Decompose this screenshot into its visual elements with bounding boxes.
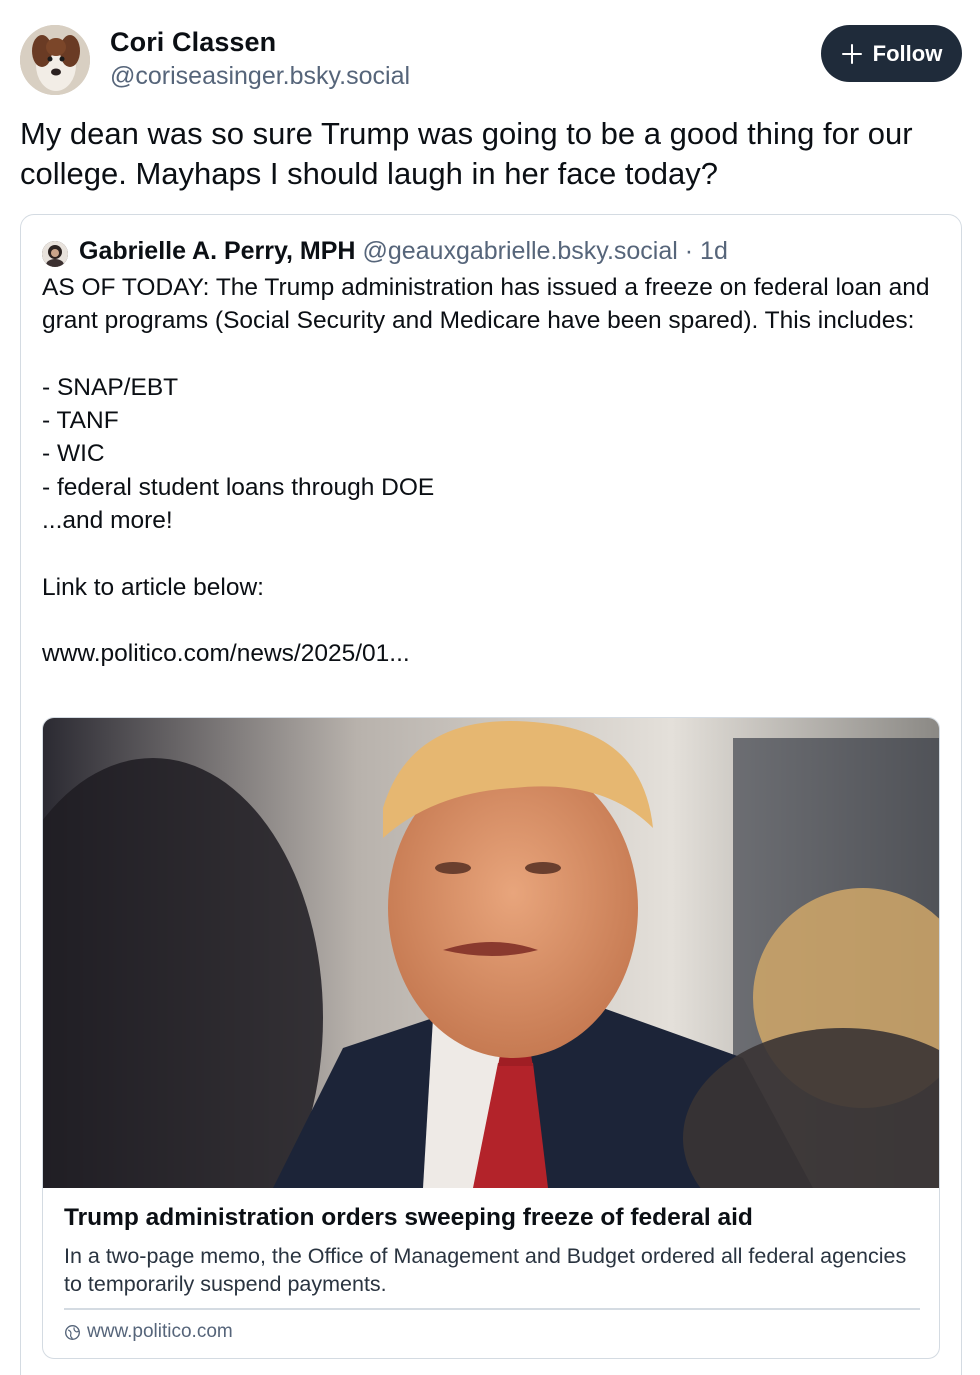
article-photo	[43, 718, 939, 1188]
plus-icon	[841, 43, 863, 65]
follow-button-label: Follow	[872, 40, 943, 66]
follow-button[interactable]: Follow	[821, 25, 962, 82]
author-handle[interactable]: @coriseasinger.bsky.social	[110, 62, 410, 91]
link-card-domain: www.politico.com	[87, 1321, 233, 1342]
link-card[interactable]: Trump administration orders sweeping fre…	[42, 717, 940, 1359]
quoted-author-handle[interactable]: @geauxgabrielle.bsky.social	[362, 237, 677, 265]
header-separator: ·	[684, 237, 694, 265]
quoted-author-avatar	[42, 241, 68, 267]
post-text: My dean was so sure Trump was going to b…	[20, 116, 913, 191]
link-card-title: Trump administration orders sweeping fre…	[64, 1204, 753, 1231]
post-container: Cori Classen @coriseasinger.bsky.social …	[0, 0, 980, 1375]
link-card-description: In a two-page memo, the Office of Manage…	[64, 1244, 907, 1296]
link-card-image	[43, 718, 939, 1188]
link-card-divider	[64, 1308, 920, 1310]
avatar-image	[20, 25, 90, 95]
quoted-avatar-image	[42, 241, 68, 267]
author-avatar[interactable]	[20, 25, 90, 95]
quoted-post-body: AS OF TODAY: The Trump administration ha…	[42, 274, 930, 668]
quoted-post-header: Gabrielle A. Perry, MPH @geauxgabrielle.…	[79, 237, 728, 266]
author-name[interactable]: Cori Classen	[110, 27, 276, 58]
quoted-post[interactable]: Gabrielle A. Perry, MPH @geauxgabrielle.…	[20, 214, 962, 1375]
link-card-domain-row: www.politico.com	[64, 1321, 233, 1343]
quoted-post-time[interactable]: 1d	[700, 237, 728, 265]
quoted-author-name[interactable]: Gabrielle A. Perry, MPH	[79, 237, 356, 265]
globe-icon	[65, 1324, 80, 1340]
